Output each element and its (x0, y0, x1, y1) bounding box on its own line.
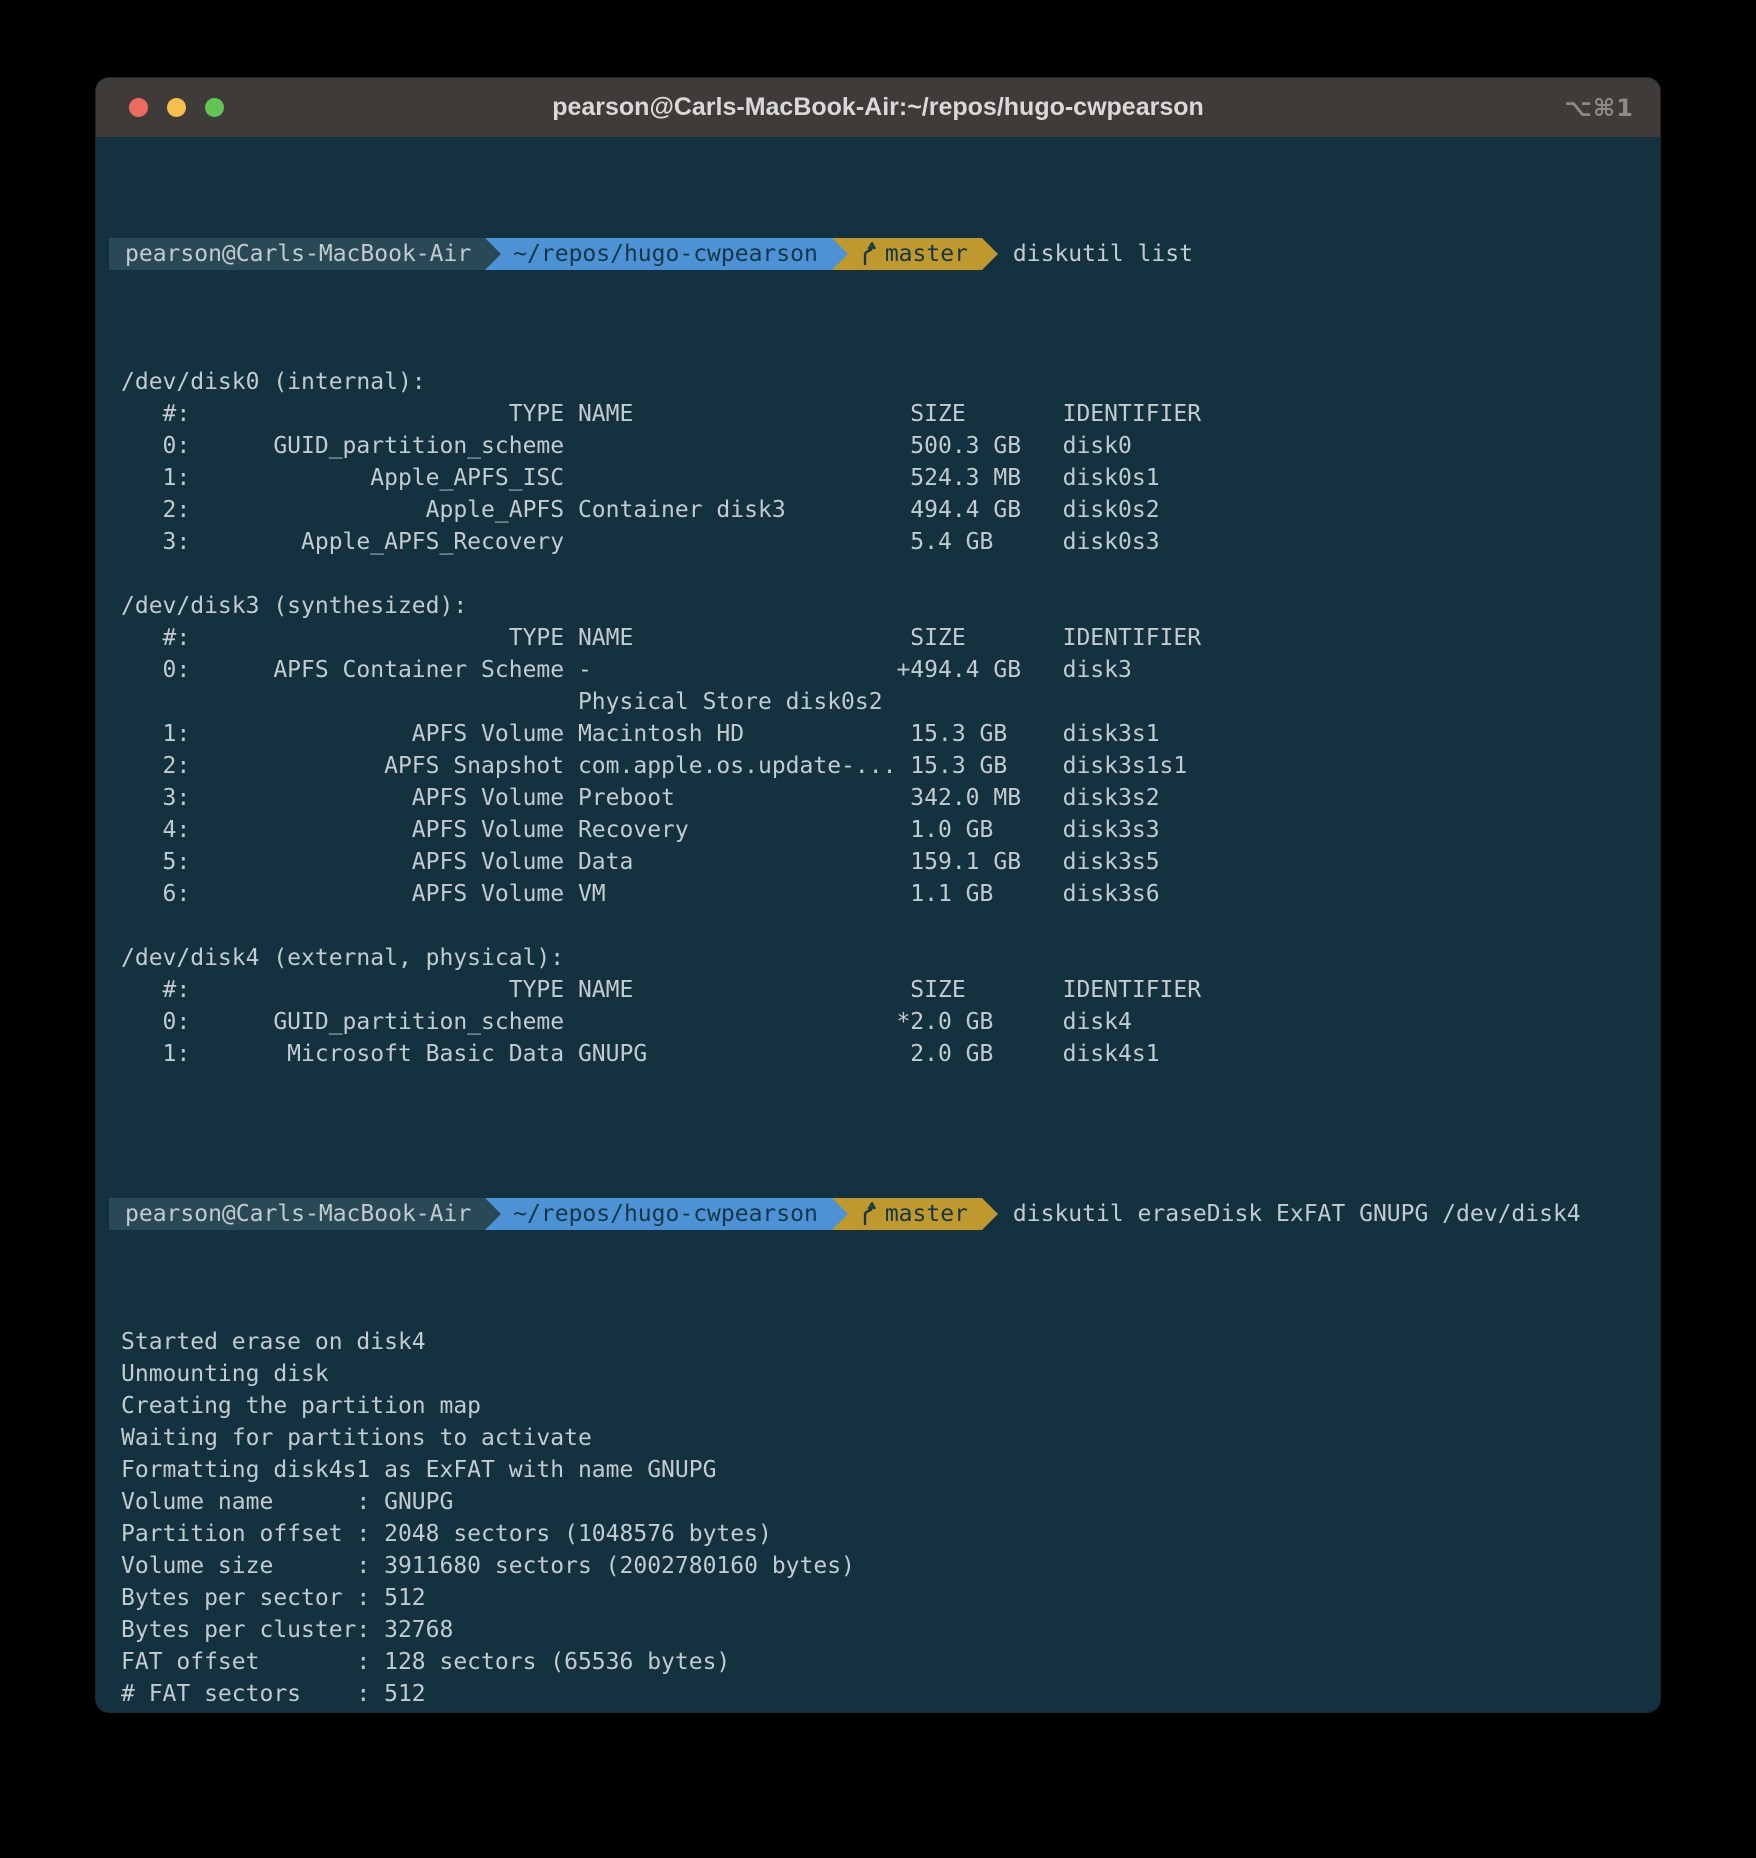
git-branch-icon (860, 242, 877, 266)
prompt-git-branch: master (832, 238, 982, 270)
prompt-cwd: ~/repos/hugo-cwpearson (485, 238, 832, 270)
powerline-separator-icon (832, 238, 848, 270)
erase-disk-output: Started erase on disk4 Unmounting disk C… (121, 1326, 1660, 1712)
shell-prompt-2: pearson@Carls-MacBook-Air ~/repos/hugo-c… (109, 1198, 1660, 1230)
prompt-cwd-label: ~/repos/hugo-cwpearson (513, 238, 818, 270)
powerline-separator-icon (982, 1198, 998, 1230)
powerline-separator-icon (982, 238, 998, 270)
prompt-cwd-label: ~/repos/hugo-cwpearson (513, 1198, 818, 1230)
prompt-branch-label: master (885, 1198, 968, 1230)
prompt-cwd: ~/repos/hugo-cwpearson (485, 1198, 832, 1230)
git-branch-icon (860, 1202, 877, 1226)
prompt-branch-label: master (885, 238, 968, 270)
prompt-user-host: pearson@Carls-MacBook-Air (109, 1198, 485, 1230)
window-title: pearson@Carls-MacBook-Air:~/repos/hugo-c… (96, 93, 1660, 122)
powerline-separator-icon (485, 238, 501, 270)
prompt-user-host: pearson@Carls-MacBook-Air (109, 238, 485, 270)
terminal-content[interactable]: pearson@Carls-MacBook-Air ~/repos/hugo-c… (96, 137, 1660, 1712)
window-shortcut-badge: ⌥⌘1 (1564, 94, 1634, 122)
diskutil-list-output: /dev/disk0 (internal): #: TYPE NAME SIZE… (121, 366, 1660, 1102)
terminal-window: pearson@Carls-MacBook-Air:~/repos/hugo-c… (96, 78, 1660, 1712)
command-text: diskutil list (1013, 238, 1193, 270)
powerline-separator-icon (485, 1198, 501, 1230)
shell-prompt-1: pearson@Carls-MacBook-Air ~/repos/hugo-c… (109, 238, 1660, 270)
powerline-separator-icon (832, 1198, 848, 1230)
titlebar[interactable]: pearson@Carls-MacBook-Air:~/repos/hugo-c… (96, 78, 1660, 137)
prompt-git-branch: master (832, 1198, 982, 1230)
command-text: diskutil eraseDisk ExFAT GNUPG /dev/disk… (1013, 1198, 1581, 1230)
